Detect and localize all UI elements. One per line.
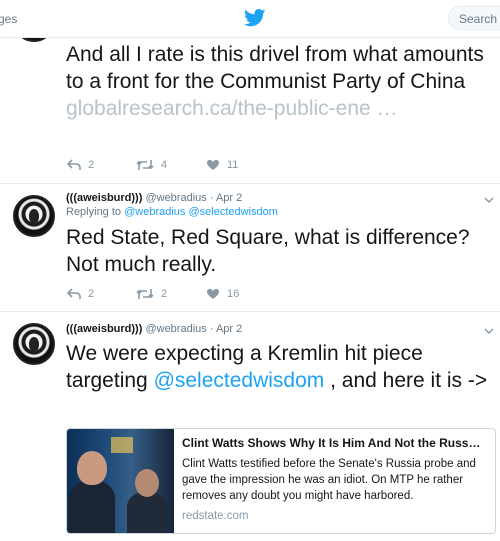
chevron-down-icon[interactable]	[484, 195, 494, 205]
reply-icon	[67, 159, 81, 170]
tweet-2[interactable]: (((aweisburd))) @webradius · Apr 2 Reply…	[0, 184, 500, 312]
reply-button[interactable]: 2	[67, 288, 94, 300]
user-handle[interactable]: @webradius	[145, 323, 206, 335]
tweet-text: And all I rate is this drivel from what …	[66, 43, 484, 120]
chevron-down-icon[interactable]	[484, 326, 494, 336]
avatar[interactable]	[13, 323, 55, 365]
reply-icon	[67, 288, 81, 299]
tweet-timestamp[interactable]: · Apr 2	[210, 192, 242, 204]
card-domain: redstate.com	[182, 510, 249, 522]
nav-messages-link[interactable]: ges	[0, 12, 17, 26]
retweet-button[interactable]: 4	[136, 159, 167, 171]
tweet-1[interactable]: And all I rate is this drivel from what …	[0, 38, 500, 184]
retweet-count: 2	[161, 288, 168, 300]
like-count: 11	[227, 159, 239, 171]
user-handle[interactable]: @webradius	[145, 192, 206, 204]
retweet-count: 4	[161, 159, 168, 171]
tweet-timestamp[interactable]: · Apr 2	[210, 323, 242, 335]
retweet-icon	[136, 289, 154, 299]
display-name[interactable]: (((aweisburd)))	[66, 192, 142, 204]
mention-link[interactable]: @selectedwisdom	[154, 369, 325, 392]
top-navigation-bar: ges Search T	[0, 0, 500, 38]
retweet-button[interactable]: 2	[136, 288, 167, 300]
reply-button[interactable]: 2	[67, 159, 94, 171]
timeline: And all I rate is this drivel from what …	[0, 38, 500, 541]
heart-icon	[207, 160, 219, 170]
heart-icon	[207, 289, 219, 299]
link-preview-card[interactable]: Clint Watts Shows Why It Is Him And Not …	[66, 428, 496, 534]
tweet-header: (((aweisburd))) @webradius · Apr 2	[66, 192, 242, 204]
display-name[interactable]: (((aweisburd)))	[66, 323, 142, 335]
tweet-link[interactable]: globalresearch.ca/the-public-ene …	[66, 97, 398, 120]
reply-count: 2	[88, 159, 95, 171]
tweet-text: We were expecting a Kremlin hit piece ta…	[66, 342, 488, 392]
card-body: Clint Watts Shows Why It Is Him And Not …	[182, 436, 492, 522]
avatar[interactable]	[13, 195, 55, 237]
reply-count: 2	[88, 288, 95, 300]
avatar[interactable]	[13, 38, 55, 42]
tweet-text: Red State, Red Square, what is differenc…	[66, 226, 470, 276]
replying-to: Replying to @webradius @selectedwisdom	[66, 206, 278, 218]
like-button[interactable]: 16	[206, 288, 239, 300]
retweet-icon	[136, 160, 154, 170]
card-title[interactable]: Clint Watts Shows Why It Is Him And Not …	[182, 436, 492, 450]
twitter-bird-icon[interactable]	[244, 9, 266, 27]
like-button[interactable]: 11	[206, 159, 238, 171]
replying-to-mentions[interactable]: @webradius @selectedwisdom	[124, 206, 278, 218]
like-count: 16	[227, 288, 240, 300]
search-input[interactable]: Search T	[448, 6, 500, 30]
card-thumbnail	[67, 429, 174, 533]
tweet-header: (((aweisburd))) @webradius · Apr 2	[66, 323, 242, 335]
card-description: Clint Watts testified before the Senate'…	[182, 458, 476, 502]
